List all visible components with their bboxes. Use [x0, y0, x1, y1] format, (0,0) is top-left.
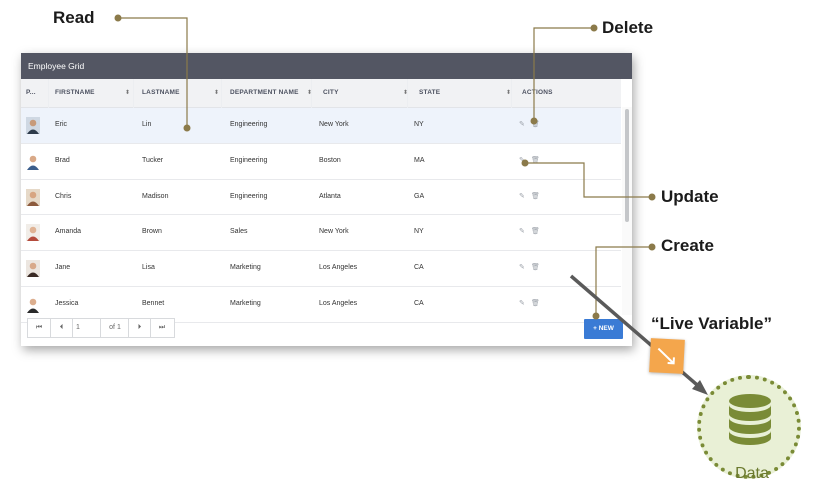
read-callout-dot [114, 14, 122, 22]
delete-callout-dot [590, 24, 598, 32]
read-target-dot [183, 124, 191, 132]
delete-label: Delete [602, 18, 654, 37]
arrow-icon [657, 347, 675, 365]
database-icon [729, 394, 771, 445]
update-target-dot [521, 159, 529, 167]
live-variable-label: “Live Variable” [651, 314, 772, 333]
read-callout-line [118, 17, 188, 128]
live-variable-icon [649, 338, 685, 374]
update-callout-dot [648, 193, 656, 201]
delete-callout-line [533, 27, 594, 121]
create-callout-dot [648, 243, 656, 251]
delete-target-dot [530, 117, 538, 125]
update-label: Update [661, 187, 719, 206]
create-target-dot [592, 312, 600, 320]
data-label: Data [735, 465, 769, 482]
update-callout-line [525, 162, 652, 198]
create-label: Create [661, 236, 714, 255]
data-store [697, 375, 801, 479]
read-label: Read [53, 8, 95, 27]
